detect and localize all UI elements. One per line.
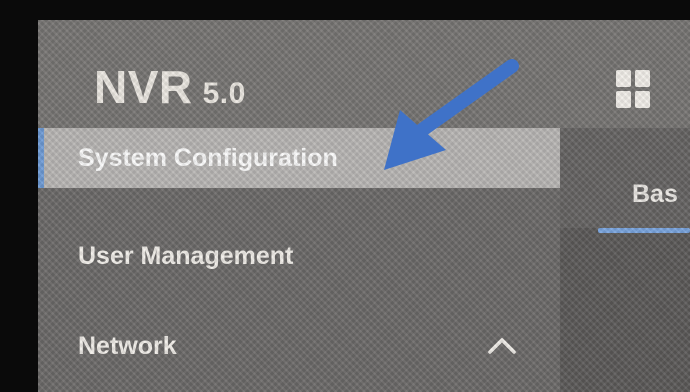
main-content: Bas (560, 128, 690, 392)
sidebar-menu: System Configuration User Management Net… (38, 128, 560, 392)
top-header: NVR 5.0 (38, 20, 690, 128)
active-tab-indicator (598, 228, 690, 233)
logo-main-text: NVR (94, 61, 193, 113)
sidebar-item-label: System Configuration (78, 143, 338, 172)
tab-basic[interactable]: Bas (632, 180, 678, 209)
nvr-logo: NVR 5.0 (94, 64, 246, 110)
sidebar-item-label: User Management (78, 241, 294, 270)
logo-version-text: 5.0 (202, 77, 246, 110)
chevron-up-icon[interactable] (486, 334, 518, 356)
tab-bar: Bas (560, 128, 690, 233)
sidebar-item-network[interactable]: Network (38, 316, 560, 376)
sidebar-item-user-management[interactable]: User Management (38, 226, 560, 286)
grid-icon[interactable] (616, 70, 650, 108)
sidebar-item-label: Network (78, 331, 177, 360)
nvr-screen: NVR 5.0 System Configuration User Manage… (38, 20, 690, 392)
sidebar-item-system-configuration[interactable]: System Configuration (38, 128, 560, 188)
